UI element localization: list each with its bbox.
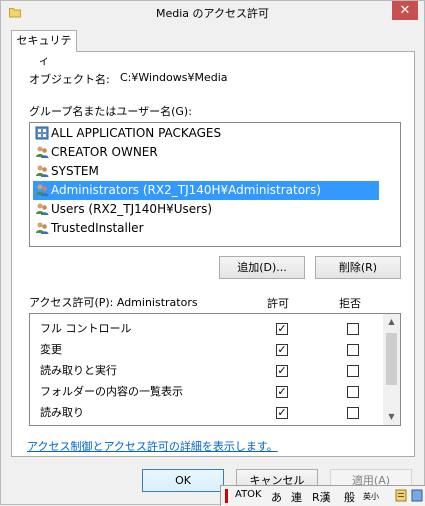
close-icon: ✕ [399, 3, 411, 18]
object-name-value: C:¥Windows¥Media [120, 71, 228, 84]
scroll-down-icon[interactable]: ▼ [383, 409, 400, 425]
ime-grip[interactable] [225, 489, 228, 503]
list-item-label: Users (RX2_TJ140H¥Users) [51, 202, 213, 216]
allow-checkbox[interactable]: ✓ [276, 323, 288, 335]
add-button[interactable]: 追加(D)... [219, 256, 305, 279]
window-title: Media のアクセス許可 [156, 7, 269, 20]
permission-row: 読み取りと実行 [40, 360, 117, 381]
permission-name: フル コントロール [40, 322, 132, 335]
list-item-label: Administrators (RX2_TJ140H¥Administrator… [51, 183, 321, 197]
permission-row: 読み取り [40, 402, 84, 423]
deny-checkbox[interactable] [347, 323, 359, 335]
users-icon [36, 203, 49, 215]
users-icon [36, 222, 49, 234]
allow-checkbox[interactable]: ✓ [276, 344, 288, 356]
allow-checkbox[interactable]: ✓ [276, 407, 288, 419]
permission-name: 読み取り [40, 406, 84, 419]
ok-button[interactable]: OK [142, 469, 224, 492]
security-panel: オブジェクト名: C:¥Windows¥Media グループ名またはユーザー名(… [11, 51, 415, 457]
app-packages-icon [35, 126, 49, 140]
permission-name: 読み取りと実行 [40, 364, 117, 377]
permissions-dialog: Media のアクセス許可 ✕ セキュリティ オブジェクト名: C:¥Windo… [0, 0, 425, 506]
close-button[interactable]: ✕ [392, 1, 418, 20]
ime-general[interactable]: 般 [344, 489, 355, 505]
list-item[interactable]: ALL APPLICATION PACKAGES [33, 124, 221, 143]
ime-eisho[interactable]: 英小 [363, 491, 379, 502]
permissions-label: アクセス許可(P): Administrators [29, 296, 198, 309]
deny-checkbox[interactable] [347, 344, 359, 356]
remove-button[interactable]: 削除(R) [315, 256, 401, 279]
users-icon [36, 165, 49, 177]
allow-checkbox[interactable]: ✓ [276, 365, 288, 377]
allow-checkbox[interactable]: ✓ [276, 386, 288, 398]
scroll-up-icon[interactable]: ▲ [383, 314, 400, 330]
ime-atok[interactable]: ATOK [235, 489, 262, 500]
title-bar[interactable]: Media のアクセス許可 ✕ [1, 1, 424, 25]
ime-input-mode[interactable]: あ [271, 489, 282, 505]
deny-checkbox[interactable] [347, 407, 359, 419]
ime-help-icon[interactable] [411, 489, 423, 502]
object-name-label: オブジェクト名: [29, 73, 110, 86]
allow-header: 許可 [267, 297, 289, 310]
deny-header: 拒否 [339, 297, 361, 310]
permission-name: フォルダーの内容の一覧表示 [40, 385, 183, 398]
list-item[interactable]: TrustedInstaller [33, 219, 144, 238]
permission-row: フォルダーの内容の一覧表示 [40, 381, 183, 402]
deny-checkbox[interactable] [347, 386, 359, 398]
permission-row: 変更 [40, 339, 62, 360]
ime-conversion[interactable]: 連 [291, 489, 302, 505]
ime-kanji[interactable]: R漢 [312, 489, 331, 505]
deny-checkbox[interactable] [347, 365, 359, 377]
groups-label: グループ名またはユーザー名(G): [29, 105, 192, 118]
permission-row: フル コントロール [40, 318, 132, 339]
ime-toolbar: ATOK あ 連 R漢 般 英小 [220, 485, 425, 506]
users-icon [36, 146, 49, 158]
list-item-selected[interactable]: Administrators (RX2_TJ140H¥Administrator… [33, 181, 379, 200]
scroll-thumb[interactable] [386, 333, 397, 385]
list-item[interactable]: Users (RX2_TJ140H¥Users) [33, 200, 212, 219]
list-item-label: CREATOR OWNER [51, 145, 158, 159]
list-item-label: SYSTEM [51, 164, 99, 178]
permissions-scrollbar[interactable]: ▲ ▼ [383, 314, 400, 425]
users-icon [36, 184, 49, 196]
list-item-label: ALL APPLICATION PACKAGES [51, 126, 222, 140]
groups-listbox[interactable]: ALL APPLICATION PACKAGES CREATOR OWNER S… [29, 122, 401, 247]
list-item[interactable]: SYSTEM [33, 162, 99, 181]
permissions-list[interactable]: フル コントロール 変更 読み取りと実行 フォルダーの内容の一覧表示 読み取り … [29, 313, 401, 426]
list-item[interactable]: CREATOR OWNER [33, 143, 158, 162]
ime-menu-icon[interactable] [395, 489, 407, 502]
permission-name: 変更 [40, 343, 62, 356]
permissions-help-link[interactable]: アクセス制御とアクセス許可の詳細を表示します。 [27, 438, 278, 454]
tab-security[interactable]: セキュリティ [11, 30, 77, 67]
list-item-label: TrustedInstaller [51, 221, 144, 235]
